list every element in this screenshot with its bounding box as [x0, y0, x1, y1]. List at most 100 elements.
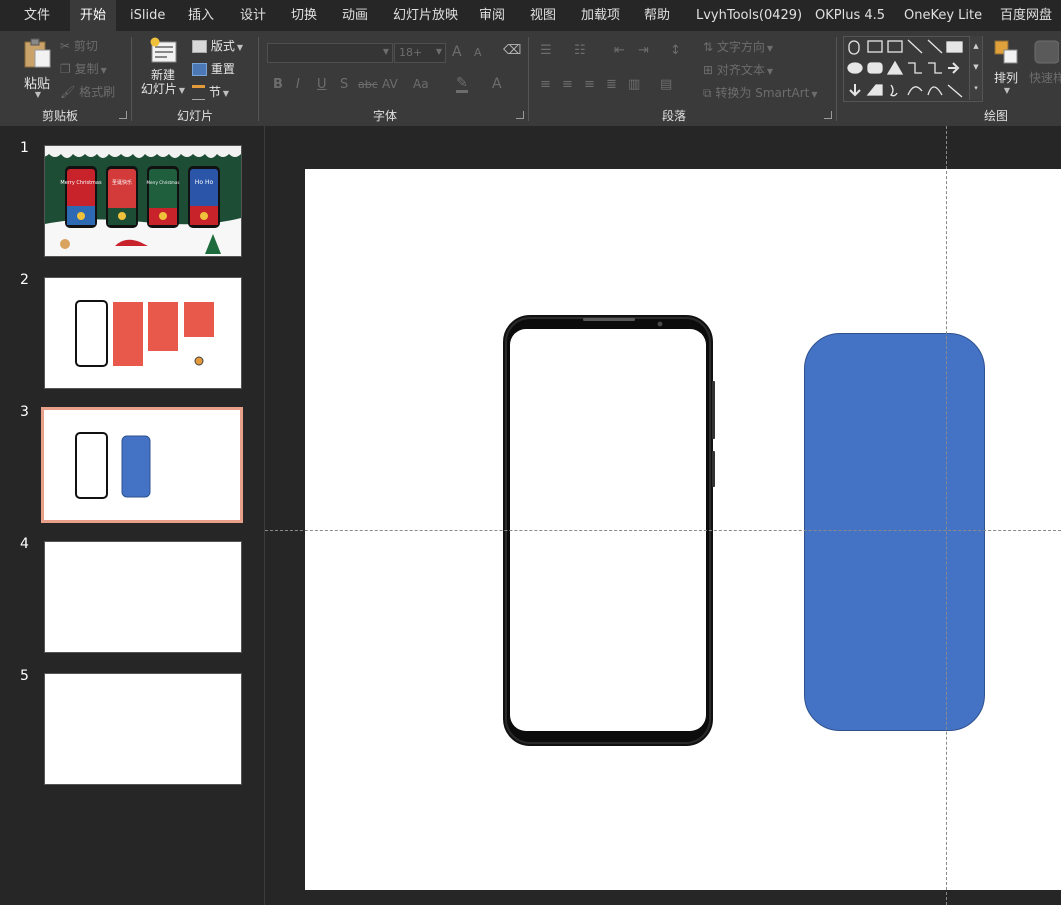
- tab-view[interactable]: 视图: [530, 0, 556, 31]
- paragraph-launcher-icon[interactable]: [824, 111, 832, 119]
- columns-icon[interactable]: ▤: [660, 77, 672, 92]
- align-right-icon[interactable]: ≡: [584, 77, 595, 92]
- slide-thumbnail-5[interactable]: [44, 673, 242, 785]
- tab-home[interactable]: 开始: [70, 0, 117, 31]
- cut-button[interactable]: ✂ 剪切: [60, 37, 98, 54]
- down-arrow-shape-icon: [849, 84, 861, 97]
- slide-thumbnail-3[interactable]: [41, 407, 243, 523]
- arrange-label: 排列: [993, 71, 1018, 85]
- decrease-indent-icon[interactable]: ⇤: [614, 43, 625, 58]
- card-3-text: Merry Christmas: [147, 180, 180, 185]
- shadow-button[interactable]: S: [340, 77, 348, 92]
- change-case-button[interactable]: Aa: [413, 77, 429, 91]
- align-text-button[interactable]: ⊞ 对齐文本 ▼: [703, 61, 773, 78]
- bullets-icon[interactable]: ☰: [540, 43, 552, 58]
- tab-review[interactable]: 审阅: [479, 0, 505, 31]
- layout-icon: [192, 40, 207, 53]
- shrink-font-icon[interactable]: A: [474, 46, 482, 59]
- clipboard-launcher-icon[interactable]: [119, 111, 127, 119]
- strikethrough-button[interactable]: abc: [358, 78, 378, 91]
- align-left-icon[interactable]: ≡: [540, 77, 551, 92]
- new-slide-icon: [150, 37, 177, 63]
- align-text-icon: ⊞: [703, 63, 714, 77]
- align-center-icon[interactable]: ≡: [562, 77, 573, 92]
- tab-okplus[interactable]: OKPlus 4.5: [815, 0, 885, 31]
- quick-styles-icon: [1034, 40, 1060, 64]
- font-name-combo[interactable]: ▼: [267, 43, 393, 63]
- elbow-arrow-connector-icon: [928, 62, 942, 74]
- xmas-card-1: [65, 166, 97, 228]
- arc-shape-icon: [907, 86, 923, 96]
- vertical-guide[interactable]: [946, 126, 947, 905]
- horizontal-guide[interactable]: [265, 530, 1061, 531]
- gallery-more-icon[interactable]: ▾: [970, 78, 982, 99]
- tab-transitions[interactable]: 切换: [291, 0, 317, 31]
- bold-button[interactable]: B: [273, 77, 283, 92]
- highlight-icon[interactable]: ✎: [456, 76, 468, 93]
- red-card-preview: [184, 302, 214, 337]
- reset-button[interactable]: 重置: [192, 60, 235, 77]
- line-spacing-icon[interactable]: ↕: [670, 43, 681, 58]
- quick-styles-button[interactable]: 快速样: [1029, 38, 1061, 86]
- shapes-gallery-scroll[interactable]: ▲ ▼ ▾: [969, 36, 982, 100]
- slide-thumbnail-2[interactable]: [44, 277, 242, 389]
- text-direction-button[interactable]: ⇅ 文字方向 ▼: [703, 38, 773, 55]
- format-painter-button[interactable]: 🖌 格式刷: [60, 83, 115, 100]
- tab-insert[interactable]: 插入: [188, 0, 214, 31]
- rectangle-shape-icon: [946, 41, 963, 53]
- blue-rounded-rectangle[interactable]: [804, 333, 985, 731]
- card-2-text: 圣诞快乐: [112, 179, 132, 186]
- numbering-icon[interactable]: ☷: [574, 43, 586, 58]
- tab-animations[interactable]: 动画: [342, 0, 368, 31]
- arrange-button[interactable]: 排列 ▼: [990, 38, 1022, 95]
- tab-baidu[interactable]: 百度网盘: [1000, 0, 1052, 31]
- tab-slideshow[interactable]: 幻灯片放映: [393, 0, 458, 31]
- slide-thumbnail-4[interactable]: [44, 541, 242, 653]
- layout-button[interactable]: 版式 ▼: [192, 37, 243, 54]
- volume-button-icon: [712, 381, 715, 439]
- new-slide-button[interactable]: 新建 幻灯片 ▼: [140, 37, 186, 98]
- tab-lvyhtools[interactable]: LvyhTools(0429): [696, 0, 802, 31]
- shapes-gallery[interactable]: [843, 36, 983, 102]
- scroll-up-icon[interactable]: ▲: [970, 36, 982, 57]
- underline-button[interactable]: U: [317, 77, 327, 92]
- font-size-combo[interactable]: 18+ ▼: [394, 43, 446, 63]
- tab-design[interactable]: 设计: [240, 0, 266, 31]
- textbox-shape-icon: [867, 40, 883, 53]
- phone-mockup[interactable]: [503, 315, 718, 747]
- callout-shape-icon: [866, 84, 883, 96]
- new-slide-label-1: 新建: [150, 68, 175, 82]
- char-spacing-button[interactable]: AV: [382, 77, 398, 91]
- italic-button[interactable]: I: [296, 77, 300, 92]
- slides-group-label: 幻灯片: [177, 109, 214, 123]
- reset-label: 重置: [210, 62, 235, 76]
- paste-button[interactable]: 粘贴 ▼: [18, 37, 56, 99]
- tab-onekey[interactable]: OneKey Lite: [904, 0, 982, 31]
- tab-islide[interactable]: iSlide: [130, 0, 165, 31]
- card-1-text: Merry Christmas: [60, 180, 102, 186]
- oval-shape-icon: [847, 62, 863, 74]
- card-4-text: Ho Ho: [195, 179, 214, 186]
- line-shape-icon-2: [947, 84, 963, 98]
- group-divider: [258, 37, 259, 121]
- font-color-button[interactable]: A: [492, 76, 502, 92]
- convert-smartart-button[interactable]: ⧉ 转换为 SmartArt ▼: [703, 84, 818, 101]
- clear-format-icon[interactable]: ⌫: [503, 43, 521, 58]
- arrange-dropdown-icon[interactable]: ▼: [992, 86, 1022, 95]
- tab-file[interactable]: 文件: [24, 0, 50, 31]
- increase-indent-icon[interactable]: ⇥: [638, 43, 649, 58]
- distributed-icon[interactable]: ▥: [628, 77, 640, 92]
- font-launcher-icon[interactable]: [516, 111, 524, 119]
- section-button[interactable]: 节 ▼: [192, 83, 229, 100]
- paste-icon: [24, 38, 51, 68]
- copy-dropdown-icon[interactable]: ▼: [101, 66, 107, 75]
- slide-thumbnail-1[interactable]: Merry Christmas 圣诞快乐 Merry Christmas Ho …: [44, 145, 242, 257]
- tab-addins[interactable]: 加载项: [581, 0, 620, 31]
- font-size-value: 18+: [399, 46, 423, 59]
- grow-font-icon[interactable]: A: [452, 44, 462, 60]
- scroll-down-icon[interactable]: ▼: [970, 57, 982, 78]
- phone-frame-preview: [75, 300, 108, 367]
- copy-button[interactable]: ❐ 复制 ▼: [60, 60, 107, 77]
- tab-help[interactable]: 帮助: [644, 0, 670, 31]
- justify-icon[interactable]: ≣: [606, 77, 617, 92]
